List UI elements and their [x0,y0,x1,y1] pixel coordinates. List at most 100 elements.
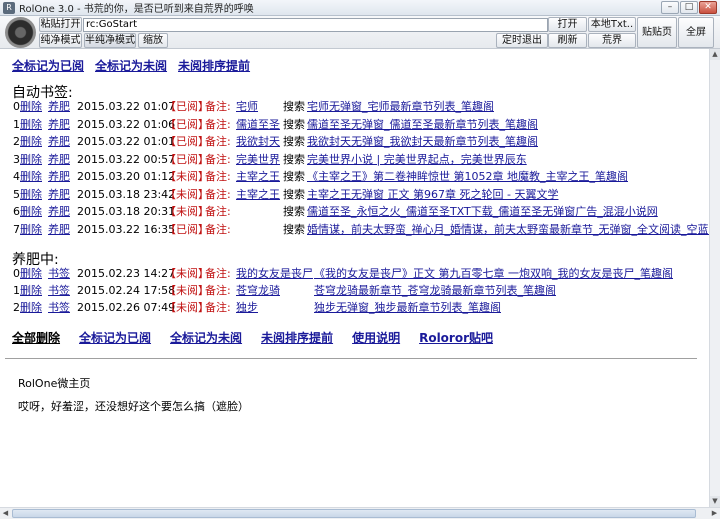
home-message: 哎呀，好羞涩，还没想好这个要怎么搞（遮脸） [18,400,249,413]
scroll-down-icon[interactable]: ▼ [710,496,720,507]
table-row: 6 删除 养肥 2015.03.18 20:31 【未阅】 备注: 搜索 儒道至圣_永恒之火_… [0,205,709,219]
note-value-link[interactable]: 主宰之王 [236,170,280,184]
search-link[interactable]: 搜索 [283,100,305,114]
row-index: 1 [13,117,20,131]
window-title: RolOne 3.0 - 书荒的你，是否已听到来自荒界的呼唤 [19,4,254,15]
semi-pure-mode-button[interactable]: 半纯净模式 [84,33,136,48]
fatten-link[interactable]: 养肥 [48,153,70,167]
fatten-link[interactable]: 养肥 [48,135,70,149]
table-row: 4 删除 养肥 2015.03.20 01:12 【未阅】 备注: 主宰之王 搜索 《主宰之王》… [0,170,709,184]
row-index: 2 [13,135,20,148]
row-timestamp: 2015.03.18 20:31 [77,205,176,218]
bookmark-title-link[interactable]: 婚情谋，前夫太野蛮_禅心月_婚情谋，前夫太野蛮最新章节_无弹窗_全文阅读_空蓝小… [307,223,709,237]
fatten-link[interactable]: 养肥 [48,118,70,132]
search-link[interactable]: 搜索 [283,188,305,202]
open-button[interactable]: 打开 [548,17,587,32]
row-index: 0 [13,267,20,280]
mark-all-unread-bottom-link[interactable]: 全标记为未阅 [170,329,242,346]
fatten-link[interactable]: 养肥 [48,188,70,202]
usage-guide-link[interactable]: 使用说明 [352,329,400,346]
search-link[interactable]: 搜索 [283,135,305,149]
note-value-link[interactable]: 宅师 [236,100,258,114]
url-input[interactable]: rc:GoStart [83,18,548,32]
vertical-scrollbar[interactable]: ▲ ▼ [709,49,720,507]
delete-link[interactable]: 删除 [20,205,42,219]
bookmark-title-link[interactable]: 《主宰之王》第二卷神眸惊世 第1052章 地魔教_主宰之王_笔趣阁 [307,170,628,184]
paste-open-button[interactable]: 粘贴打开 [39,17,82,32]
delete-link[interactable]: 删除 [20,267,42,281]
delete-link[interactable]: 删除 [20,153,42,167]
delete-link[interactable]: 删除 [20,301,42,315]
row-timestamp: 2015.02.26 07:49 [77,301,176,314]
table-row: 0 删除 书签 2015.02.23 14:27 【未阅】 备注: 我的女友是丧尸 《我的女友… [0,267,709,281]
delete-link[interactable]: 删除 [20,100,42,114]
bookmark-title-link[interactable]: 我欲封天无弹窗_我欲封天最新章节列表_笔趣阁 [307,135,538,149]
delete-link[interactable]: 删除 [20,188,42,202]
mark-all-unread-link[interactable]: 全标记为未阅 [95,57,167,74]
bookmark-title-link[interactable]: 宅师无弹窗_宅师最新章节列表_笔趣阁 [307,100,494,114]
delete-link[interactable]: 删除 [20,118,42,132]
fullscreen-button[interactable]: 全屏 [678,17,714,48]
bottom-actions: 全部删除 全标记为已阅 全标记为未阅 未阅排序提前 使用说明 Roloror贴吧 [12,329,493,346]
logo-disc-icon [5,17,36,48]
pure-mode-button[interactable]: 纯净模式 [39,33,82,48]
sticky-page-button[interactable]: 贴贴页 [637,17,677,48]
note-value-link[interactable]: 儒道至圣 [236,118,280,132]
search-link[interactable]: 搜索 [283,153,305,167]
note-value-link[interactable]: 我的女友是丧尸 [236,267,313,281]
table-row: 5 删除 养肥 2015.03.18 23:42 【未阅】 备注: 主宰之王 搜索 主宰之王无弹… [0,188,709,202]
delete-link[interactable]: 删除 [20,223,42,237]
delete-link[interactable]: 删除 [20,170,42,184]
bookmark-title-link[interactable]: 苍穹龙骑最新章节_苍穹龙骑最新章节列表_笔趣阁 [314,284,556,298]
local-txt-button[interactable]: 本地Txt.. [588,17,636,32]
close-icon[interactable]: ✕ [699,1,717,14]
search-link[interactable]: 搜索 [283,205,305,219]
note-value-link[interactable]: 我欲封天 [236,135,280,149]
note-value-link[interactable]: 完美世界 [236,153,280,167]
search-link[interactable]: 搜索 [283,223,305,237]
refresh-button[interactable]: 刷新 [548,33,587,48]
wasteland-button[interactable]: 荒界 [588,33,636,48]
search-link[interactable]: 搜索 [283,170,305,184]
mark-all-read-link[interactable]: 全标记为已阅 [12,57,84,74]
bookmark-title-link[interactable]: 儒道至圣无弹窗_儒道至圣最新章节列表_笔趣阁 [307,118,538,132]
scroll-up-icon[interactable]: ▲ [710,49,720,60]
unread-first-link[interactable]: 未阅排序提前 [178,57,250,74]
table-row: 2 删除 书签 2015.02.26 07:49 【未阅】 备注: 独步 独步无弹窗_独步最新… [0,301,709,315]
scroll-left-icon[interactable]: ◀ [0,508,11,519]
bookmark-link[interactable]: 书签 [48,301,70,315]
bookmark-title-link[interactable]: 主宰之王无弹窗 正文 第967章 死之轮回 - 天翼文学 [307,188,558,202]
fatten-link[interactable]: 养肥 [48,100,70,114]
shrink-button[interactable]: 缩放 [138,33,168,48]
forum-link[interactable]: Roloror贴吧 [419,329,493,346]
mark-all-read-bottom-link[interactable]: 全标记为已阅 [79,329,151,346]
timed-exit-button[interactable]: 定时退出 [496,33,548,48]
fatten-link[interactable]: 养肥 [48,205,70,219]
unread-first-bottom-link[interactable]: 未阅排序提前 [261,329,333,346]
row-index: 7 [13,222,20,236]
search-link[interactable]: 搜索 [283,118,305,132]
bookmark-title-link[interactable]: 完美世界小说 | 完美世界起点，完美世界辰东 [307,153,527,167]
toolbar: 粘贴打开 rc:GoStart 打开 本地Txt.. 纯净模式 半纯净模式 缩放… [0,16,720,49]
bookmark-link[interactable]: 书签 [48,267,70,281]
horizontal-scroll-thumb[interactable] [12,509,696,518]
scroll-right-icon[interactable]: ▶ [709,508,720,519]
bookmark-title-link[interactable]: 独步无弹窗_独步最新章节列表_笔趣阁 [314,301,501,315]
row-timestamp: 2015.03.22 00:57 [77,152,176,166]
note-value-link[interactable]: 独步 [236,301,258,315]
delete-link[interactable]: 删除 [20,284,42,298]
bookmark-title-link[interactable]: 《我的女友是丧尸》正文 第九百零七章 一炮双响_我的女友是丧尸_笔趣阁 [314,267,673,281]
bookmark-link[interactable]: 书签 [48,284,70,298]
maximize-icon[interactable]: □ [680,1,698,14]
note-value-link[interactable]: 主宰之王 [236,188,280,202]
fatten-link[interactable]: 养肥 [48,223,70,237]
minimize-icon[interactable]: – [661,1,679,14]
delete-all-link[interactable]: 全部删除 [12,329,60,346]
note-value-link[interactable]: 苍穹龙骑 [236,284,280,298]
note-label: 备注: [205,267,231,280]
horizontal-scrollbar[interactable]: ◀ ▶ [0,507,720,519]
read-status: 【未阅】 [165,267,209,280]
bookmark-title-link[interactable]: 儒道至圣_永恒之火_儒道至圣TXT下载_儒道至圣无弹窗广告_混混小说网 [307,205,658,219]
fatten-link[interactable]: 养肥 [48,170,70,184]
delete-link[interactable]: 删除 [20,135,42,149]
